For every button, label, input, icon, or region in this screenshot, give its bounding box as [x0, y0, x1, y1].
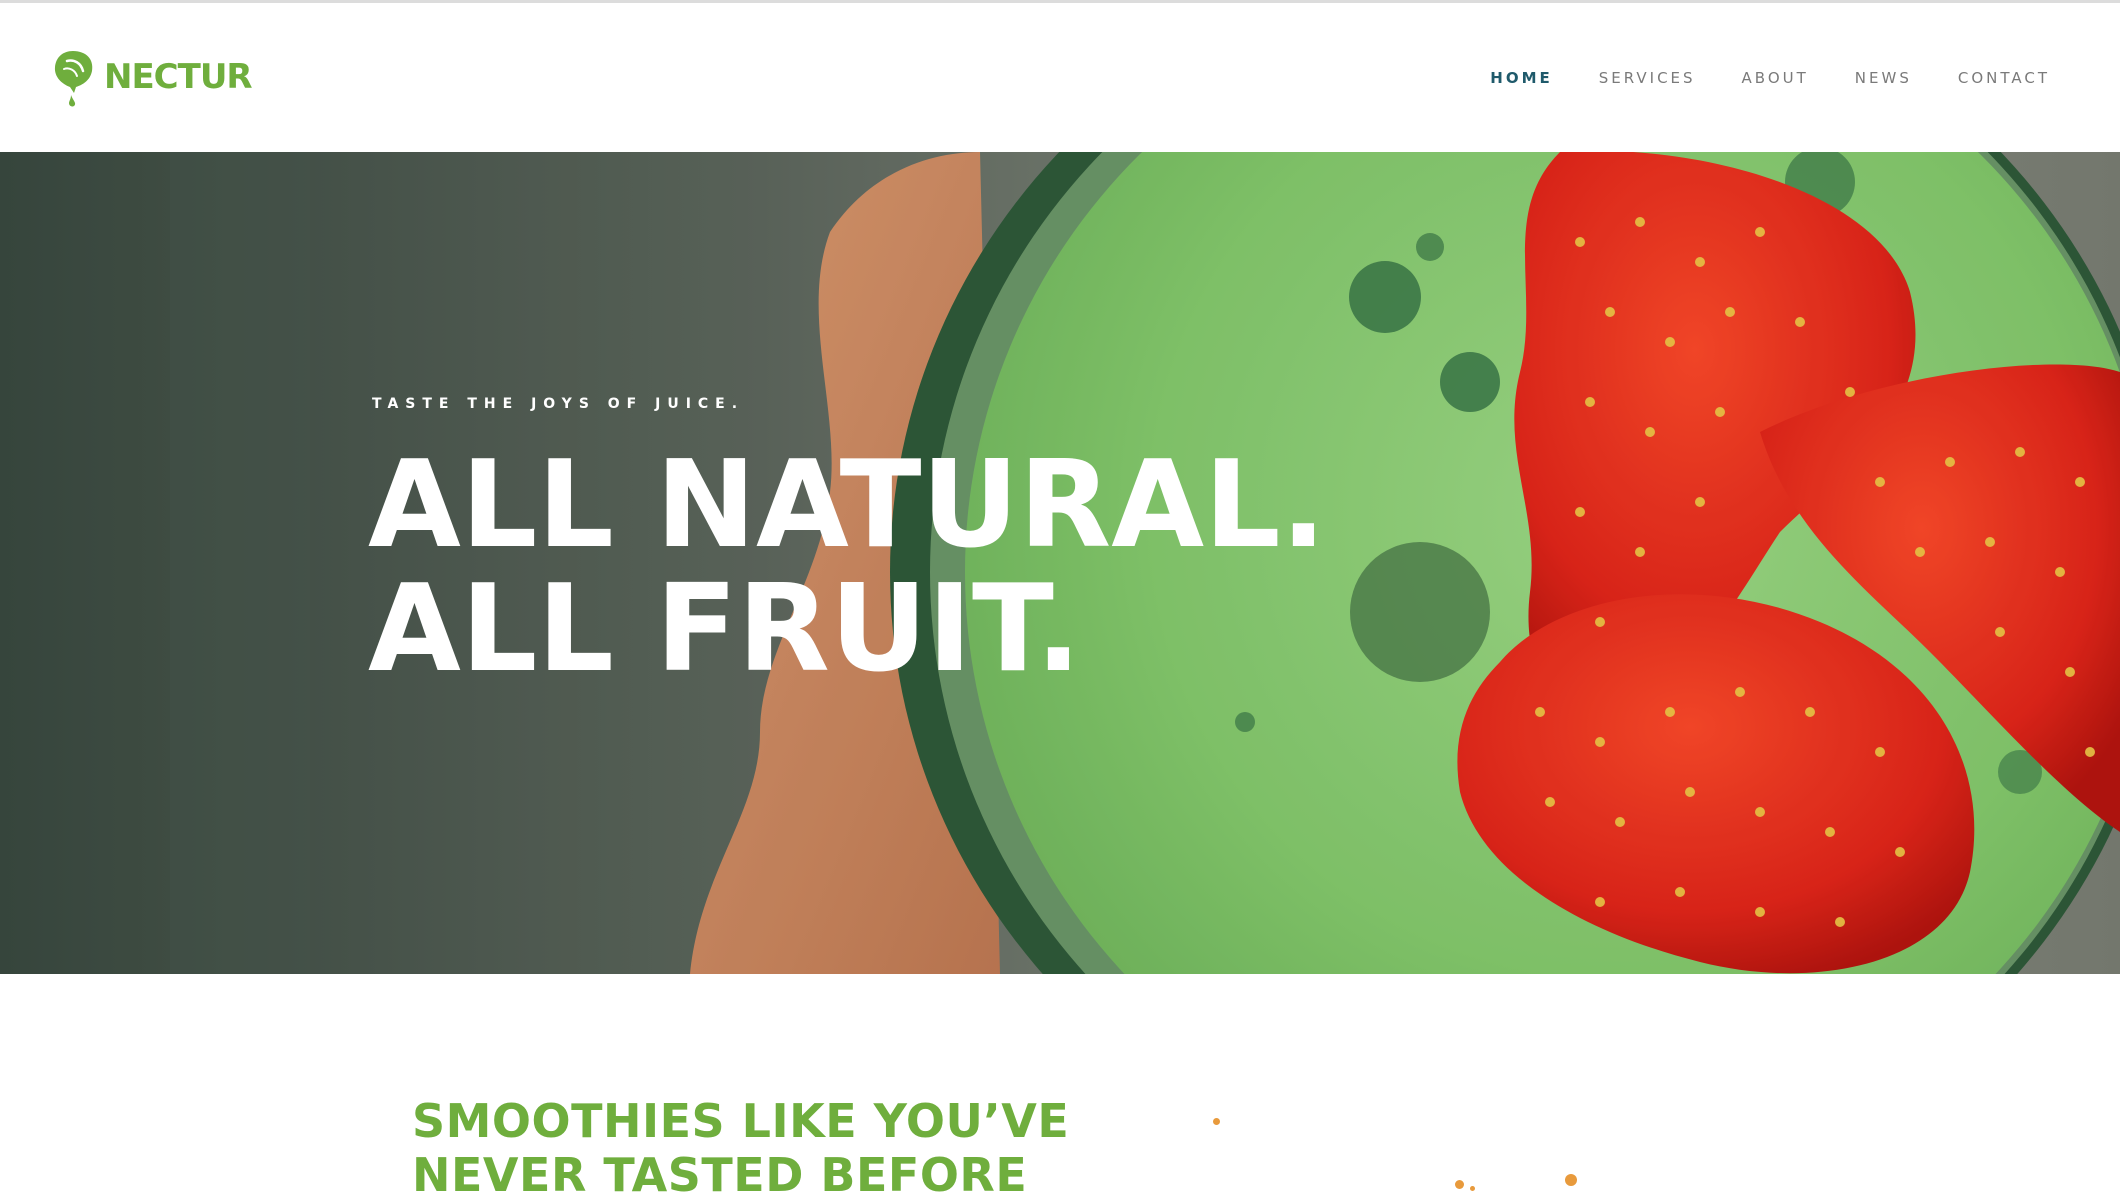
intro-section: SMOOTHIES LIKE YOU’VE NEVER TASTED BEFOR…: [0, 974, 2120, 1192]
lemon-drop-icon: [54, 51, 93, 107]
nav-about[interactable]: ABOUT: [1742, 69, 1809, 87]
brand-logo[interactable]: NECTUR: [50, 47, 253, 107]
section-title-line1: SMOOTHIES LIKE YOU’VE: [412, 1094, 1070, 1148]
nav-news[interactable]: NEWS: [1855, 69, 1912, 87]
nav-contact[interactable]: CONTACT: [1958, 69, 2050, 87]
hero-headline: ALL NATURAL. ALL FRUIT.: [368, 444, 1326, 692]
juice-splash-dot: [1470, 1186, 1475, 1191]
hero-headline-line2: ALL FRUIT.: [368, 560, 1082, 699]
hero-banner: TASTE THE JOYS OF JUICE. ALL NATURAL. AL…: [0, 152, 2120, 974]
hero-headline-line1: ALL NATURAL.: [368, 436, 1327, 575]
juice-splash-dot: [1455, 1180, 1464, 1189]
site-header: NECTUR HOME SERVICES ABOUT NEWS CONTACT: [0, 3, 2120, 152]
brand-name: NECTUR: [104, 57, 253, 97]
juice-splash-dot: [1565, 1174, 1577, 1186]
nav-services[interactable]: SERVICES: [1599, 69, 1696, 87]
main-nav: HOME SERVICES ABOUT NEWS CONTACT: [1490, 69, 2050, 87]
section-title-line2: NEVER TASTED BEFORE: [412, 1148, 1028, 1192]
section-title: SMOOTHIES LIKE YOU’VE NEVER TASTED BEFOR…: [412, 1094, 1069, 1192]
hero-eyebrow: TASTE THE JOYS OF JUICE.: [372, 396, 745, 412]
nav-home[interactable]: HOME: [1490, 69, 1552, 87]
juice-splash-dot: [1213, 1118, 1220, 1125]
